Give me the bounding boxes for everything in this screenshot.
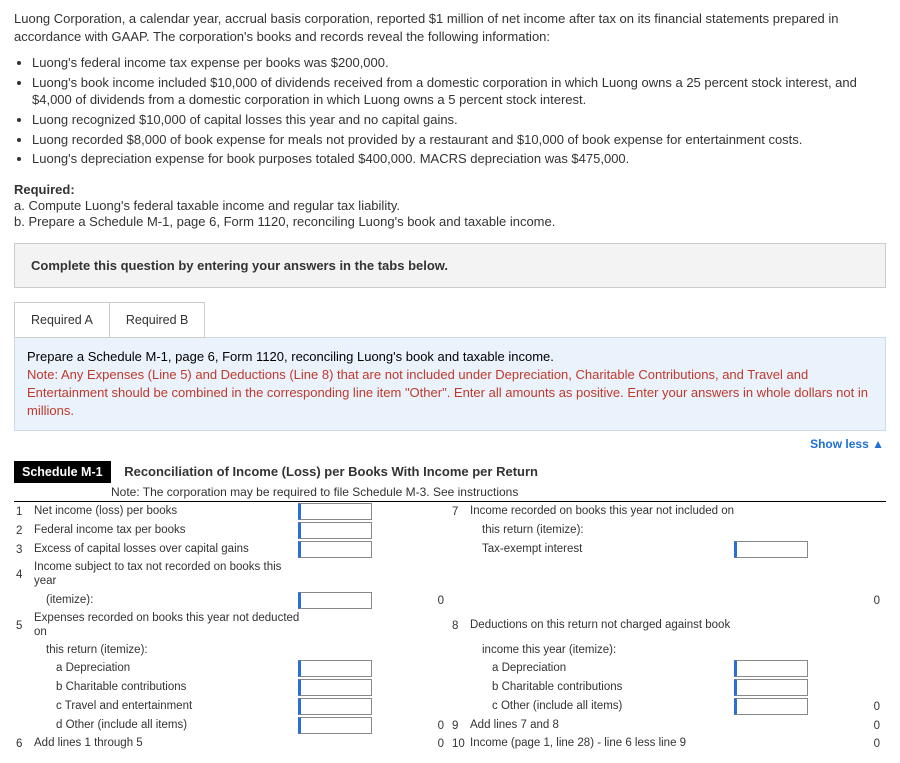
required-heading: Required: [14,182,886,197]
line-num: 8 [450,618,468,634]
line6-total: 0 [374,738,450,750]
problem-intro: Luong Corporation, a calendar year, accr… [14,10,886,46]
line5a-label: a Depreciation [32,660,296,678]
line5c-label: c Travel and entertainment [32,698,296,716]
line4-label: Income subject to tax not recorded on bo… [32,559,304,591]
line1-input[interactable] [298,503,372,520]
schedule-header: Schedule M-1 Reconciliation of Income (L… [14,461,886,499]
line7c-input[interactable] [734,541,808,558]
line-num: 4 [14,567,32,583]
line7-label: Income recorded on books this year not i… [468,503,740,521]
line4-total: 0 [374,595,450,607]
schedule-note: Note: The corporation may be required to… [111,485,886,499]
line4b-label: (itemize): [32,592,296,610]
schedule-m1-table: 1 Net income (loss) per books 7 Income r… [14,501,886,753]
line7-total: 0 [810,595,886,607]
line10-label: Income (page 1, line 28) - line 6 less l… [468,735,740,753]
line8b-label: income this year (itemize): [468,642,740,660]
line-num: 7 [450,504,468,520]
line8-label: Deductions on this return not charged ag… [468,617,740,635]
line10-total: 0 [810,738,886,750]
line5-label: Expenses recorded on books this year not… [32,610,304,642]
line5b2-label: b Charitable contributions [32,679,296,697]
tab-required-b[interactable]: Required B [109,302,206,338]
line4-itemize-input[interactable] [298,592,372,609]
tab-required-a[interactable]: Required A [14,302,110,338]
line8b-input[interactable] [734,679,808,696]
line8a-input[interactable] [734,660,808,677]
show-less-toggle[interactable]: Show less ▲ [14,437,884,451]
line5a-input[interactable] [298,660,372,677]
line5b-input[interactable] [298,679,372,696]
fact-item: Luong's federal income tax expense per b… [32,54,886,72]
required-a: a. Compute Luong's federal taxable incom… [14,198,886,213]
line1-label: Net income (loss) per books [32,503,296,521]
required-b: b. Prepare a Schedule M-1, page 6, Form … [14,214,886,229]
facts-list: Luong's federal income tax expense per b… [14,54,886,167]
line7b-label: this return (itemize): [468,522,740,540]
instruction-box: Complete this question by entering your … [14,243,886,288]
line5c-input[interactable] [298,698,372,715]
line-num: 3 [14,542,32,558]
line3-label: Excess of capital losses over capital ga… [32,541,296,559]
schedule-tag: Schedule M-1 [14,461,111,483]
line-num: 10 [450,736,468,752]
line7c-label: Tax-exempt interest [468,541,732,559]
note-instruction: Prepare a Schedule M-1, page 6, Form 112… [27,349,554,364]
fact-item: Luong recorded $8,000 of book expense fo… [32,131,886,149]
line6-label: Add lines 1 through 5 [32,735,304,753]
line5-total: 0 [374,720,450,732]
line8c-label: c Other (include all items) [468,698,732,716]
line-num: 2 [14,523,32,539]
fact-item: Luong's book income included $10,000 of … [32,74,886,109]
line8a-label: a Depreciation [468,660,732,678]
line3-input[interactable] [298,541,372,558]
line9-total: 0 [810,720,886,732]
tab-bar: Required A Required B [14,302,886,338]
schedule-title: Reconciliation of Income (Loss) per Book… [124,464,538,479]
fact-item: Luong recognized $10,000 of capital loss… [32,111,886,129]
line-num: 9 [450,718,468,734]
line2-label: Federal income tax per books [32,522,296,540]
line-num: 1 [14,504,32,520]
tab-note-panel: Prepare a Schedule M-1, page 6, Form 112… [14,337,886,432]
line-num: 6 [14,736,32,752]
line-num: 5 [14,618,32,634]
line8-total: 0 [810,701,886,713]
fact-item: Luong's depreciation expense for book pu… [32,150,886,168]
line8c-input[interactable] [734,698,808,715]
line8b2-label: b Charitable contributions [468,679,732,697]
line2-input[interactable] [298,522,372,539]
line5b-label: this return (itemize): [32,642,304,660]
